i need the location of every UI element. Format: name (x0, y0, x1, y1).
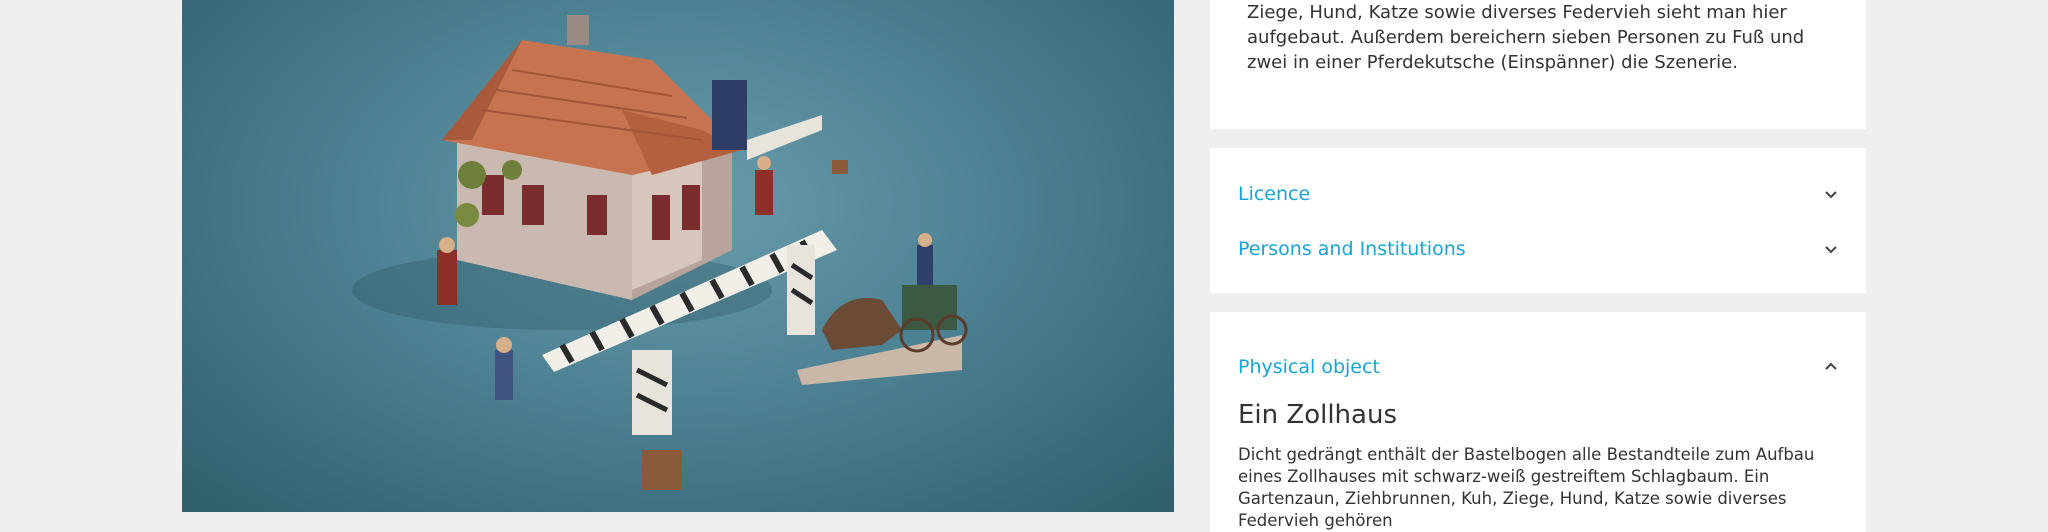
accordion-card: Licence Persons and Institutions (1210, 148, 1866, 293)
object-title: Ein Zollhaus (1238, 400, 1397, 430)
paper-model-zollhaus-image (352, 15, 968, 490)
persons-label: Persons and Institutions (1238, 238, 1466, 260)
description-text: Ziege, Hund, Katze sowie diverses Federv… (1247, 2, 1805, 73)
description-card: Ziege, Hund, Katze sowie diverses Federv… (1210, 0, 1866, 129)
persons-accordion-toggle[interactable]: Persons and Institutions (1238, 234, 1838, 264)
object-description: Dicht gedrängt enthält der Bastelbogen a… (1238, 445, 1815, 530)
chevron-down-icon (1825, 191, 1837, 199)
physical-label: Physical object (1238, 356, 1380, 378)
physical-object-card: Physical object Ein Zollhaus Dicht gedrä… (1210, 312, 1866, 532)
chevron-down-icon (1825, 246, 1837, 254)
licence-accordion-toggle[interactable]: Licence (1238, 179, 1838, 209)
licence-label: Licence (1238, 183, 1311, 205)
chevron-up-icon (1825, 362, 1837, 370)
object-image-viewer[interactable] (182, 0, 1174, 512)
physical-accordion-toggle[interactable]: Physical object (1238, 352, 1838, 382)
